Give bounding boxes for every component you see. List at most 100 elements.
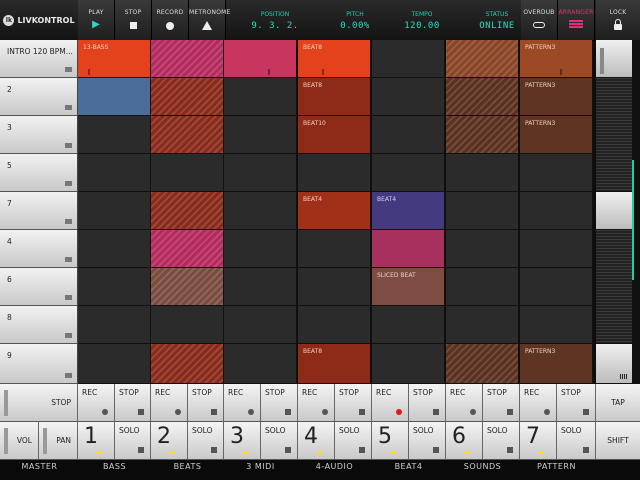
clip-slot[interactable] — [151, 192, 224, 230]
clip-slot[interactable] — [151, 306, 224, 344]
clip-slot[interactable] — [298, 230, 371, 268]
scroll-track-upper[interactable] — [596, 78, 632, 192]
clip-slot[interactable] — [151, 116, 224, 154]
clip-slot[interactable] — [224, 344, 297, 384]
scene-launch-button[interactable]: 2 — [0, 78, 78, 116]
track-solo-button[interactable]: SOLO — [115, 422, 151, 460]
track-stop-button[interactable]: STOP — [409, 384, 446, 422]
scene-launch-button[interactable]: INTRO 120 BPM... — [0, 40, 78, 78]
track-solo-button[interactable]: SOLO — [557, 422, 596, 460]
clip-slot[interactable] — [520, 306, 593, 344]
arranger-button[interactable]: ARRANGER — [558, 0, 595, 40]
clip-slot[interactable] — [446, 78, 519, 116]
tap-button[interactable]: TAP — [596, 384, 640, 422]
clip-slot[interactable] — [78, 230, 151, 268]
clip-slot[interactable] — [520, 268, 593, 306]
clip-slot[interactable] — [224, 306, 297, 344]
track-rec-button[interactable]: REC — [520, 384, 557, 422]
scroll-track-lower[interactable] — [596, 230, 632, 344]
clip-slot[interactable] — [446, 344, 519, 384]
clip-slot[interactable] — [224, 116, 297, 154]
clip-slot[interactable] — [372, 154, 445, 192]
clip-slot[interactable]: BEAT10 — [298, 116, 371, 154]
track-solo-button[interactable]: SOLO — [261, 422, 298, 460]
clip-slot[interactable] — [78, 192, 151, 230]
clip-slot[interactable]: PATTERN3 — [520, 78, 593, 116]
track-stop-button[interactable]: STOP — [557, 384, 596, 422]
clip-slot[interactable] — [151, 268, 224, 306]
clip-slot[interactable] — [78, 78, 151, 116]
clip-slot[interactable]: BEAT8 — [298, 78, 371, 116]
clip-slot[interactable]: SLICED BEAT — [372, 268, 445, 306]
clip-slot[interactable]: PATTERN3 — [520, 40, 593, 78]
clip-slot[interactable]: PATTERN3 — [520, 344, 593, 384]
clip-slot[interactable] — [224, 154, 297, 192]
scene-launch-button[interactable]: 5 — [0, 154, 78, 192]
scrollbar-thumb[interactable] — [632, 160, 634, 280]
clip-slot[interactable]: BEAT4 — [298, 192, 371, 230]
clip-slot[interactable] — [224, 40, 297, 78]
track-solo-button[interactable]: SOLO — [409, 422, 446, 460]
clip-slot[interactable] — [372, 78, 445, 116]
clip-slot[interactable] — [446, 192, 519, 230]
clip-slot[interactable] — [520, 192, 593, 230]
clip-slot[interactable] — [520, 154, 593, 192]
scene-launch-button[interactable]: 9 — [0, 344, 78, 384]
scroll-page-button[interactable] — [596, 192, 632, 230]
record-button[interactable]: RECORD — [152, 0, 189, 40]
clip-slot[interactable] — [446, 230, 519, 268]
track-solo-button[interactable]: SOLO — [188, 422, 224, 460]
clip-slot[interactable]: BEAT4 — [372, 192, 445, 230]
clip-slot[interactable] — [372, 40, 445, 78]
clip-slot[interactable] — [224, 268, 297, 306]
track-rec-button[interactable]: REC — [446, 384, 483, 422]
track-select-button[interactable]: 4 — [298, 422, 335, 460]
track-select-button[interactable]: 2 — [151, 422, 188, 460]
clip-slot[interactable] — [224, 78, 297, 116]
clip-slot[interactable]: PATTERN3 — [520, 116, 593, 154]
scene-launch-button[interactable]: 8 — [0, 306, 78, 344]
track-stop-button[interactable]: STOP — [188, 384, 224, 422]
clip-slot[interactable] — [298, 306, 371, 344]
clip-slot[interactable] — [224, 192, 297, 230]
track-stop-button[interactable]: STOP — [335, 384, 372, 422]
clip-slot[interactable] — [446, 154, 519, 192]
scene-launch-button[interactable]: 7 — [0, 192, 78, 230]
clip-slot[interactable] — [151, 40, 224, 78]
track-select-button[interactable]: 7 — [520, 422, 557, 460]
scroll-down-button[interactable] — [596, 344, 632, 384]
clip-slot[interactable] — [372, 230, 445, 268]
track-rec-button-armed[interactable]: REC — [372, 384, 409, 422]
clip-slot[interactable] — [372, 306, 445, 344]
clip-slot[interactable]: BEAT8 — [298, 40, 371, 78]
clip-slot[interactable] — [224, 230, 297, 268]
clip-slot[interactable] — [78, 116, 151, 154]
play-button[interactable]: PLAY ▶ — [78, 0, 115, 40]
track-rec-button[interactable]: REC — [298, 384, 335, 422]
track-solo-button[interactable]: SOLO — [335, 422, 372, 460]
clip-slot[interactable] — [78, 154, 151, 192]
master-stop-button[interactable]: STOP — [0, 384, 78, 422]
clip-slot[interactable]: BEAT8 — [298, 344, 371, 384]
track-select-button[interactable]: 3 — [224, 422, 261, 460]
track-select-button[interactable]: 6 — [446, 422, 483, 460]
stop-button[interactable]: STOP — [115, 0, 152, 40]
clip-slot[interactable] — [372, 344, 445, 384]
clip-slot[interactable] — [372, 116, 445, 154]
clip-slot[interactable]: 13-BASS — [78, 40, 151, 78]
clip-slot[interactable] — [298, 268, 371, 306]
clip-slot[interactable] — [520, 230, 593, 268]
track-select-button[interactable]: 1 — [78, 422, 115, 460]
scroll-up-button[interactable] — [596, 40, 632, 78]
clip-slot[interactable] — [446, 116, 519, 154]
pan-mode-button[interactable]: PAN — [39, 422, 78, 460]
track-select-button[interactable]: 5 — [372, 422, 409, 460]
clip-slot[interactable] — [151, 230, 224, 268]
scene-launch-button[interactable]: 6 — [0, 268, 78, 306]
clip-slot[interactable] — [78, 344, 151, 384]
track-solo-button[interactable]: SOLO — [483, 422, 520, 460]
track-rec-button[interactable]: REC — [78, 384, 115, 422]
clip-slot[interactable] — [446, 268, 519, 306]
scene-launch-button[interactable]: 3 — [0, 116, 78, 154]
lock-button[interactable]: LOCK — [596, 0, 640, 40]
